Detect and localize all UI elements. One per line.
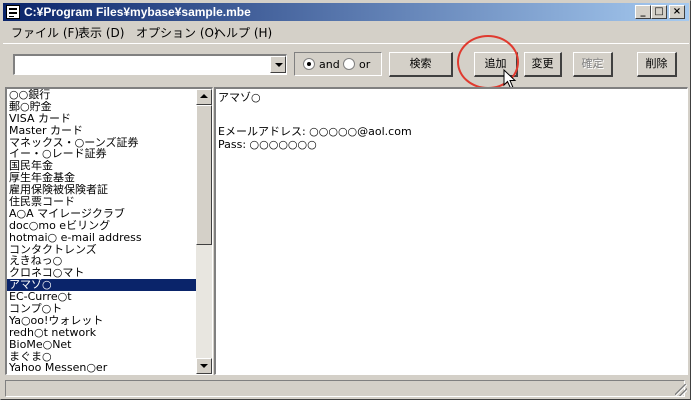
resize-grip-icon[interactable] xyxy=(675,384,687,396)
close-button[interactable]: × xyxy=(669,5,685,19)
delete-button[interactable]: 削除 xyxy=(637,52,677,77)
detail-title: アマゾ○ xyxy=(218,91,261,104)
list-item[interactable]: 国民年金 xyxy=(7,160,197,172)
menu-options[interactable]: オプション (O) xyxy=(136,24,219,41)
radio-and[interactable] xyxy=(303,58,315,70)
maximize-button[interactable]: □ xyxy=(651,5,667,19)
list-item[interactable]: 厚生年金基金 xyxy=(7,172,197,184)
menu-view[interactable]: 表示 (D) xyxy=(78,24,124,41)
search-combobox[interactable] xyxy=(13,54,287,75)
scroll-up-button[interactable] xyxy=(196,89,212,105)
menu-bar: ファイル (F) 表示 (D) オプション (O) ヘルプ (H) xyxy=(3,22,689,41)
list-item[interactable]: VISA カード xyxy=(7,113,197,125)
list-item[interactable]: doc○mo eビリング xyxy=(7,220,197,232)
radio-or-label: or xyxy=(359,58,371,71)
list-item[interactable]: ○○銀行 xyxy=(7,89,197,101)
list-item[interactable]: Ya○oo!ウォレット xyxy=(7,315,197,327)
close-icon: × xyxy=(672,6,682,17)
search-input[interactable] xyxy=(17,57,267,73)
list-item[interactable]: 雇用保険被保険者証 xyxy=(7,184,197,196)
arrow-up-icon xyxy=(200,94,208,98)
list-item[interactable]: クロネコ○マト xyxy=(7,267,197,279)
main-window: C:¥Program Files¥mybase¥sample.mbe _ □ ×… xyxy=(0,0,691,400)
radio-and-label: and xyxy=(319,58,340,71)
toolbar: and or 検索 追加 変更 確定 削除 xyxy=(3,43,689,81)
entry-list[interactable]: ○○銀行 郵○貯金 VISA カード Master カード マネックス・○ーンズ証券 イー… xyxy=(5,87,213,375)
list-item[interactable]: redh○t network xyxy=(7,327,197,339)
scroll-down-button[interactable] xyxy=(196,358,212,374)
list-item[interactable]: マネックス・○ーンズ証券 xyxy=(7,137,197,149)
combo-dropdown-button[interactable] xyxy=(270,56,286,73)
detail-pane[interactable]: アマゾ○ Eメールアドレス: ○○○○○@aol.com Pass: ○○○○○… xyxy=(214,87,688,375)
minimize-icon: _ xyxy=(640,6,646,17)
list-item[interactable]: 郵○貯金 xyxy=(7,101,197,113)
chevron-down-icon xyxy=(275,63,283,67)
list-item[interactable]: まぐま○ xyxy=(7,351,197,363)
list-item[interactable]: BioMe○Net xyxy=(7,339,197,351)
menu-file[interactable]: ファイル (F) xyxy=(11,24,79,41)
window-title: C:¥Program Files¥mybase¥sample.mbe xyxy=(24,5,251,19)
status-field xyxy=(5,380,685,397)
detail-email: Eメールアドレス: ○○○○○@aol.com xyxy=(218,125,412,138)
list-item[interactable]: A○A マイレージクラブ xyxy=(7,208,197,220)
search-mode-group: and or xyxy=(294,52,382,76)
list-item[interactable]: hotmai○ e-mail address xyxy=(7,232,197,244)
detail-password: Pass: ○○○○○○○ xyxy=(218,138,317,151)
entry-list-items: ○○銀行 郵○貯金 VISA カード Master カード マネックス・○ーンズ証券 イー… xyxy=(7,89,197,374)
search-button[interactable]: 検索 xyxy=(389,52,453,77)
minimize-button[interactable]: _ xyxy=(635,5,651,19)
list-item[interactable]: イー・○レード証券 xyxy=(7,148,197,160)
list-item[interactable]: Master カード xyxy=(7,125,197,137)
arrow-down-icon xyxy=(200,364,208,368)
app-icon[interactable] xyxy=(6,5,20,19)
scroll-thumb[interactable] xyxy=(196,105,212,245)
radio-or[interactable] xyxy=(343,58,355,70)
list-item[interactable]: 住民票コード xyxy=(7,196,197,208)
maximize-icon: □ xyxy=(654,6,664,17)
list-item[interactable]: コンタクトレンズ xyxy=(7,244,197,256)
detail-blank xyxy=(218,104,685,117)
list-item[interactable]: EC-Curre○t xyxy=(7,291,197,303)
list-item[interactable]: Yahoo Messen○er xyxy=(7,362,197,374)
list-item[interactable]: コンプ○ト xyxy=(7,303,197,315)
status-bar xyxy=(3,378,689,398)
title-bar: C:¥Program Files¥mybase¥sample.mbe _ □ × xyxy=(3,3,689,21)
confirm-button[interactable]: 確定 xyxy=(573,52,613,77)
list-item[interactable]: アマゾ○ xyxy=(7,279,197,292)
list-scrollbar[interactable] xyxy=(196,89,212,374)
change-button[interactable]: 変更 xyxy=(524,52,562,77)
menu-help[interactable]: ヘルプ (H) xyxy=(214,24,272,41)
list-item[interactable]: えきねっ○ xyxy=(7,255,197,267)
